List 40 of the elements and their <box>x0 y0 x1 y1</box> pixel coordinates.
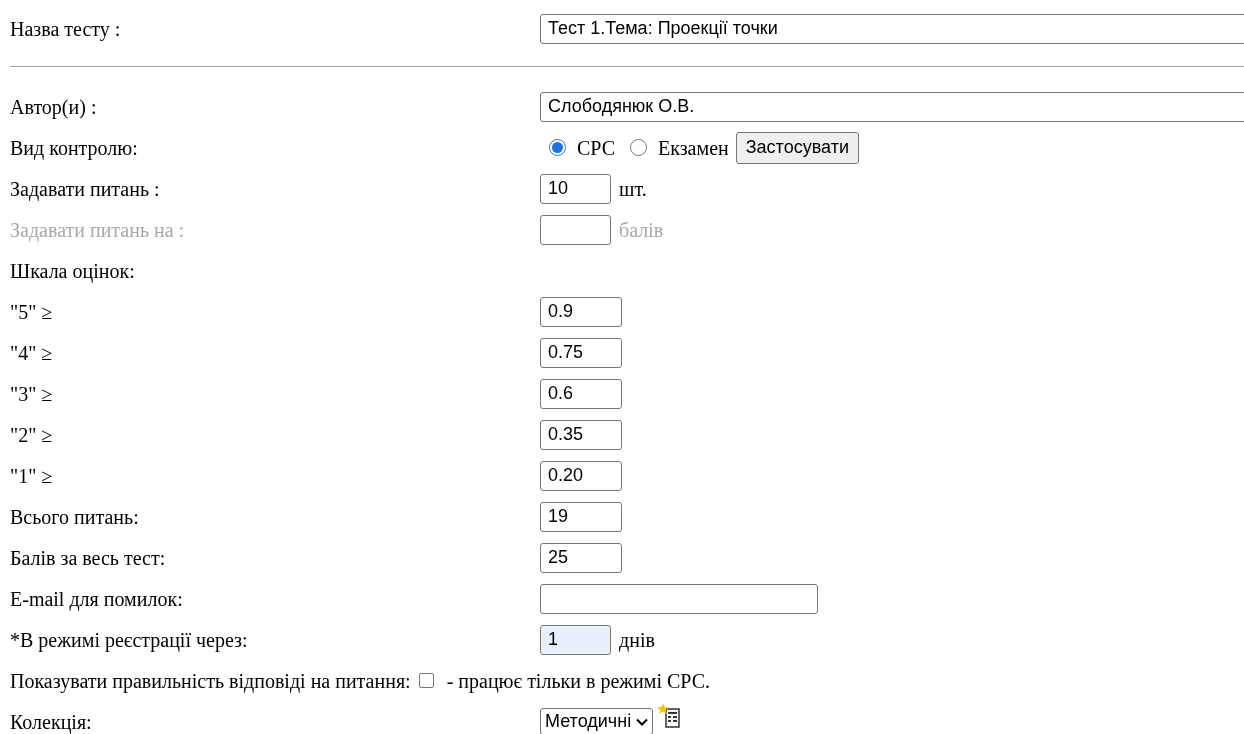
input-field[interactable]: Тест 1.Тема: Проекції точки <box>540 13 1244 44</box>
input-field[interactable]: 0.20 <box>540 460 622 491</box>
field-label: *В режимі реєстрації через: <box>10 628 248 651</box>
input-field[interactable]: 1 <box>540 624 611 655</box>
field-label: Назва тесту : <box>10 17 121 40</box>
apply-button[interactable]: Застосувати <box>735 131 859 164</box>
field-label: Колекція: <box>10 710 92 733</box>
input-field[interactable]: 0.6 <box>540 378 622 409</box>
radio-label: Екзамен <box>658 135 729 161</box>
field-label: "3" ≥ <box>10 382 53 405</box>
unit-label: шт. <box>619 176 647 202</box>
field-label: "5" ≥ <box>10 300 53 323</box>
new-table-icon[interactable] <box>657 702 682 729</box>
field-label: Задавати питань на : <box>10 218 185 241</box>
input-field[interactable] <box>540 583 818 614</box>
input-field[interactable]: 10 <box>540 173 611 204</box>
checkbox[interactable] <box>418 673 434 688</box>
input-field[interactable]: 19 <box>540 501 622 532</box>
field-label: Балів за весь тест: <box>10 546 166 569</box>
field-label: E-mail для помилок: <box>10 587 183 610</box>
field-label: Автор(и) : <box>10 95 97 118</box>
collection-dropdown[interactable]: Методичні <box>540 708 654 734</box>
input-field[interactable]: 25 <box>540 542 622 573</box>
field-label: Вид контролю: <box>10 136 138 159</box>
field-label: "4" ≥ <box>10 341 53 364</box>
chevron-icon <box>636 717 649 726</box>
field-label: Показувати правильність відповіді на питання: <box>10 669 411 692</box>
field-label: Всього питань: <box>10 505 139 528</box>
radio-label: СРС <box>577 135 616 161</box>
unit-label: днів <box>619 627 655 654</box>
input-field[interactable]: 0.9 <box>540 296 622 327</box>
input-field[interactable]: Слободянюк О.В. <box>540 91 1244 122</box>
field-label: "2" ≥ <box>10 423 53 446</box>
input-field[interactable]: 0.35 <box>540 419 622 450</box>
unit-label: балів <box>619 217 664 243</box>
hint-text: - працює тільки в режимі СРС. <box>446 668 711 695</box>
field-label: Шкала оцінок: <box>10 259 135 282</box>
field-label: Задавати питань : <box>10 177 160 200</box>
input-field[interactable]: 0.75 <box>540 337 622 368</box>
field-label: "1" ≥ <box>10 464 53 487</box>
